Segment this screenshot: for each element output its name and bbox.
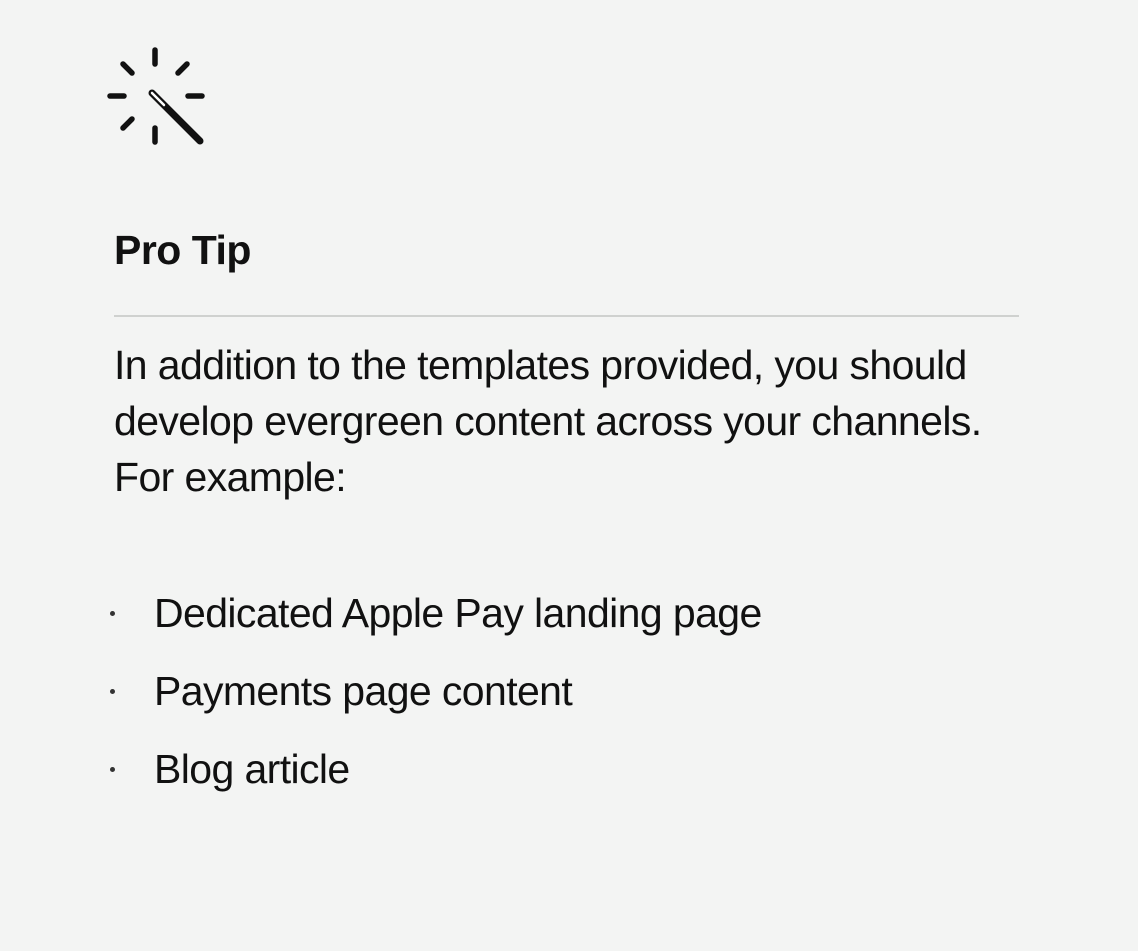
tip-description: In addition to the templates provided, y… — [114, 342, 982, 500]
bullet-dot — [110, 689, 115, 694]
bullet-dot — [110, 767, 115, 772]
magic-wand-icon — [104, 44, 208, 148]
divider — [114, 315, 1019, 317]
list-item-label: Blog article — [154, 746, 350, 792]
list-item-label: Payments page content — [154, 668, 573, 714]
list-item-label: Dedicated Apple Pay landing page — [154, 590, 762, 636]
pro-tip-card: Pro Tip In addition to the templates pro… — [0, 0, 1138, 951]
card-title: Pro Tip — [114, 227, 251, 273]
bullet-dot — [110, 611, 115, 616]
